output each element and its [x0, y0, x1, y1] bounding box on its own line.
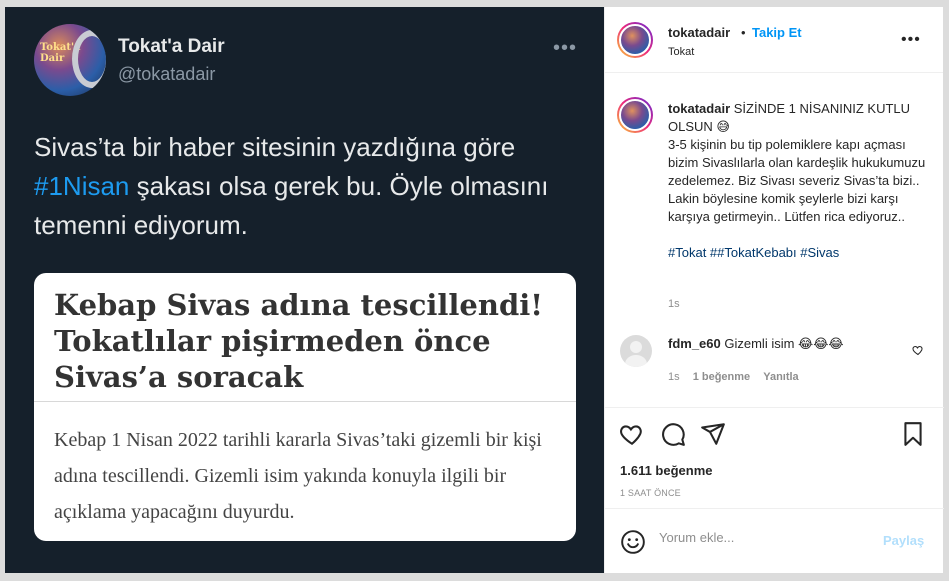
comment-meta: 1s 1 beğenme Yanıtla [668, 371, 809, 383]
news-divider [34, 401, 576, 402]
likes-count[interactable]: 1.611 beğenme [620, 463, 713, 478]
post-location[interactable]: Tokat [668, 46, 694, 58]
separator-dot: • [741, 25, 746, 40]
comment-bubble-icon[interactable] [660, 421, 686, 447]
emoji-icon[interactable] [620, 529, 646, 555]
comment-reply-button[interactable]: Yanıtla [763, 371, 798, 383]
news-body: Kebap 1 Nisan 2022 tarihli kararla Sivas… [54, 429, 542, 523]
post-sidebar: tokatadair • Takip Et Tokat ••• tokatada… [604, 7, 944, 573]
tweet-text: Sivas’ta bir haber sitesinin yazdığına g… [34, 128, 579, 245]
comment-username[interactable]: fdm_e60 [668, 336, 721, 351]
comments-section: tokatadair SİZİNDE 1 NİSANINIZ KUTLU OLS… [605, 74, 944, 408]
tweet-handle: @tokatadair [118, 63, 216, 84]
caption-author-avatar[interactable] [617, 97, 653, 133]
tweet-more-icon: ••• [553, 37, 578, 59]
like-heart-icon[interactable] [619, 421, 645, 447]
tweet-text-part1: Sivas’ta bir haber sitesinin yazdığına g… [34, 132, 516, 162]
comment-text: Gizemli isim 😂😂😂 [724, 336, 844, 351]
caption-line2: 3-5 kişinin bu tip polemiklere kapı açma… [668, 137, 926, 224]
caption-hashtags[interactable]: #Tokat ##TokatKebabı #Sivas [668, 245, 839, 260]
caption-username[interactable]: tokatadair [668, 101, 730, 116]
follow-button[interactable]: Takip Et [752, 25, 802, 40]
tweet-avatar: Tokat'a Dair [34, 24, 106, 96]
comment-like-heart-icon[interactable] [912, 344, 924, 359]
save-bookmark-icon[interactable] [900, 421, 926, 447]
share-send-icon[interactable] [700, 421, 726, 447]
comment-input[interactable] [659, 530, 869, 545]
post-caption: tokatadair SİZİNDE 1 NİSANINIZ KUTLU OLS… [668, 100, 930, 262]
avatar-wheel-graphic [72, 30, 106, 88]
post-author-avatar[interactable] [617, 22, 653, 58]
tweet-display-name: Tokat'a Dair [118, 35, 225, 57]
post-comment-button[interactable]: Paylaş [883, 533, 924, 548]
post-actions: 1.611 beğenme 1 SAAT ÖNCE [605, 409, 944, 509]
tweet-header: Tokat'a Dair Tokat'a Dair @tokatadair [34, 24, 225, 96]
tweet-author: Tokat'a Dair @tokatadair [118, 36, 225, 85]
post-modal: Tokat'a Dair Tokat'a Dair @tokatadair ••… [5, 7, 944, 573]
post-header: tokatadair • Takip Et Tokat ••• [605, 7, 943, 73]
add-comment-bar: Paylaş [605, 516, 944, 568]
news-headline: Kebap Sivas adına tescillendi! Tokatlıla… [54, 288, 543, 394]
post-media-tweet-screenshot[interactable]: Tokat'a Dair Tokat'a Dair @tokatadair ••… [5, 7, 604, 573]
caption-time: 1s [668, 298, 680, 310]
commenter-avatar[interactable] [620, 335, 652, 367]
more-options-icon[interactable]: ••• [901, 31, 921, 49]
comment-likes[interactable]: 1 beğenme [693, 371, 750, 383]
news-card: Kebap Sivas adına tescillendi! Tokatlıla… [34, 273, 576, 541]
post-author-username[interactable]: tokatadair [668, 25, 730, 40]
comment: fdm_e60 Gizemli isim 😂😂😂 [668, 336, 844, 352]
tweet-hashtag: #1Nisan [34, 171, 130, 201]
post-timestamp: 1 SAAT ÖNCE [620, 488, 681, 498]
comment-time: 1s [668, 371, 680, 383]
